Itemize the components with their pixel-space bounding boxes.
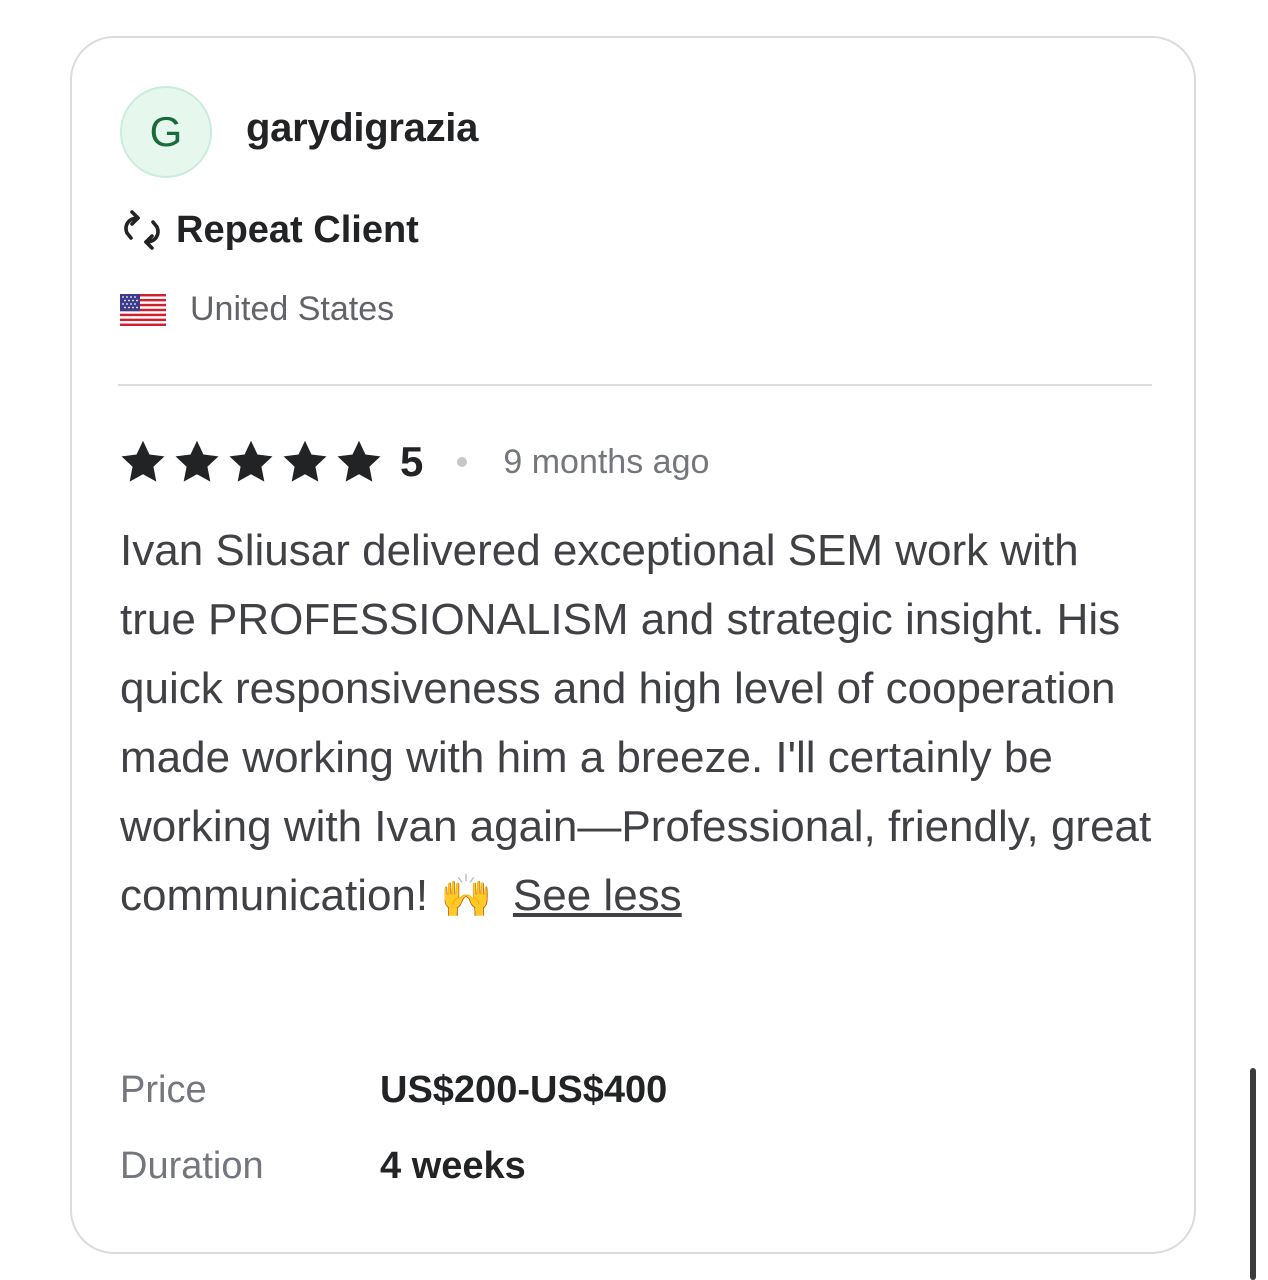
review-card: G garydigrazia Repeat Client United Stat… [70, 36, 1196, 1254]
review-time-ago: 9 months ago [503, 442, 710, 481]
see-less-link[interactable]: See less [513, 871, 682, 920]
star-icon [283, 440, 327, 482]
duration-value: 4 weeks [380, 1144, 526, 1187]
star-rating [118, 437, 384, 487]
raising-hands-emoji: 🙌 [440, 872, 493, 919]
reviewer-username[interactable]: garydigrazia [246, 106, 478, 151]
repeat-client-label: Repeat Client [176, 208, 419, 251]
repeat-client-badge: Repeat Client [118, 206, 419, 254]
price-row: Price US$200-US$400 [120, 1052, 667, 1128]
rating-value: 5 [400, 438, 424, 485]
star-icon [121, 440, 165, 482]
price-value: US$200-US$400 [380, 1068, 668, 1111]
price-label: Price [120, 1068, 207, 1111]
avatar-initial: G [149, 108, 183, 155]
divider [118, 384, 1152, 386]
separator-dot [457, 457, 468, 467]
duration-label: Duration [120, 1144, 264, 1187]
repeat-icon [124, 210, 160, 250]
star-icon [229, 440, 273, 482]
star-icon [175, 440, 219, 482]
review-text: Ivan Sliusar delivered exceptional SEM w… [120, 526, 1152, 920]
country-label: United States [190, 290, 395, 328]
star-icon [337, 440, 381, 482]
reviewer-country: United States [120, 290, 394, 329]
review-body: Ivan Sliusar delivered exceptional SEM w… [120, 516, 1160, 930]
scrollbar[interactable] [1250, 1068, 1256, 1280]
us-flag-icon [120, 293, 166, 326]
avatar[interactable]: G [120, 86, 212, 178]
duration-row: Duration 4 weeks [120, 1128, 667, 1204]
rating-row: 5 9 months ago [118, 436, 709, 488]
order-details: Price US$200-US$400 Duration 4 weeks [120, 1052, 667, 1204]
